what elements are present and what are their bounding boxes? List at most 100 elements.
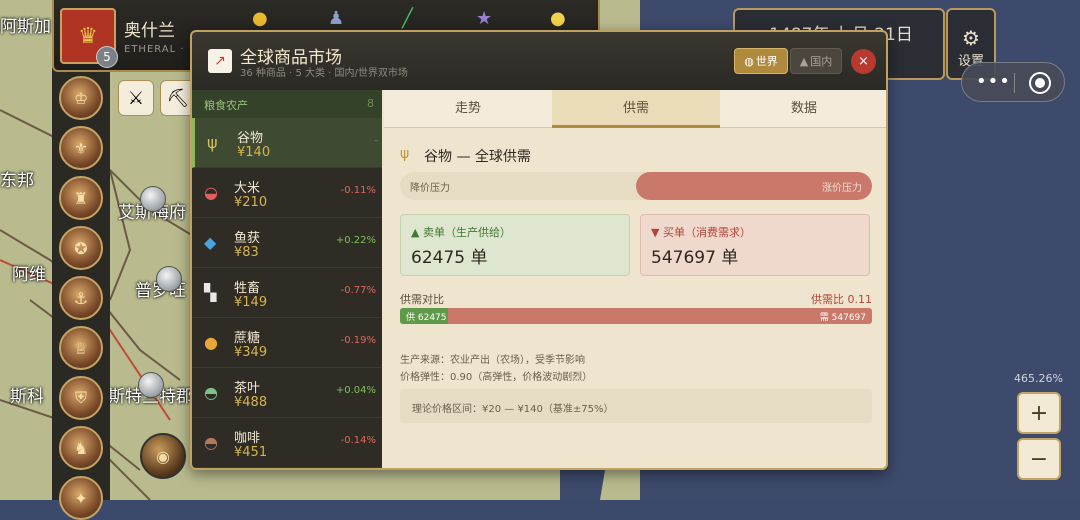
commodity-change: -0.19%	[340, 335, 376, 346]
supply-demand-bar: 供 62475 需 547697	[400, 308, 872, 324]
zoom-in-button[interactable]: +	[1017, 392, 1061, 434]
miniapp-capsule: •••	[961, 62, 1065, 102]
commodity-change: +0.04%	[335, 385, 376, 396]
commodity-name: 蔗糖	[234, 331, 261, 346]
eagle-icon: ♛	[78, 23, 98, 49]
map-label: 阿维	[12, 265, 46, 285]
bulb-icon[interactable]: ●	[550, 8, 566, 29]
medal-icon[interactable]: ♕	[59, 326, 103, 370]
globe-icon: ◍	[744, 54, 754, 68]
commodity-change: –	[374, 135, 379, 146]
commodity-price: ¥149	[234, 295, 268, 310]
close-button[interactable]: ×	[851, 49, 876, 74]
rice-icon: ◒	[204, 183, 218, 202]
panel-subtitle: 36 种商品 · 5 大类 · 国内/世界双市场	[240, 68, 408, 79]
crossed-swords-icon[interactable]: ⚔	[118, 80, 154, 116]
zoom-level: 465.26%	[1014, 372, 1063, 385]
ratio-value: 供需比 0.11	[811, 293, 872, 306]
commodity-name: 茶叶	[234, 381, 261, 396]
medal-icon[interactable]: ♞	[59, 426, 103, 470]
category-name: 粮食农产	[204, 99, 248, 112]
detail-tabs: 走势 供需 数据	[384, 90, 886, 128]
medal-icon[interactable]: ⛨	[59, 376, 103, 420]
buy-orders-card: ▼ 买单（消费需求） 547697 单	[640, 214, 870, 276]
tab-supply-demand[interactable]: 供需	[552, 90, 720, 128]
list-item[interactable]: ◓ 咖啡 ¥451 -0.14%	[192, 418, 382, 468]
close-miniapp-icon[interactable]	[1029, 72, 1051, 94]
buy-orders-value: 547697 单	[651, 248, 739, 268]
sell-orders-value: 62475 单	[411, 248, 488, 268]
list-item[interactable]: ◒ 大米 ¥210 -0.11%	[192, 168, 382, 218]
map-label: 东邦	[0, 171, 34, 191]
fish-icon: ◆	[204, 233, 217, 252]
price-up-label: 涨价压力	[822, 183, 862, 194]
scope-world-button[interactable]: ◍ 世界	[734, 48, 788, 74]
commodity-name: 鱼获	[234, 231, 261, 246]
population-icon[interactable]: ♟	[328, 8, 344, 29]
coin-icon[interactable]: ●	[252, 8, 268, 29]
list-item[interactable]: ◓ 茶叶 ¥488 +0.04%	[192, 368, 382, 418]
tab-data[interactable]: 数据	[720, 90, 886, 128]
scope-world-label: 世界	[755, 55, 778, 68]
wheat-icon: ψ	[400, 146, 410, 162]
price-down-label: 降价压力	[410, 183, 450, 194]
star-icon[interactable]: ★	[476, 8, 492, 29]
commodity-change: -0.11%	[340, 185, 376, 196]
list-item[interactable]: ψ 谷物 ¥140 –	[192, 118, 382, 168]
tea-icon: ◓	[204, 383, 218, 402]
commodity-name: 牲畜	[234, 281, 261, 296]
category-count: 8	[367, 97, 374, 110]
nation-name[interactable]: 奥什兰	[124, 16, 175, 41]
category-header[interactable]: 粮食农产 8	[192, 90, 382, 118]
ratio-label: 供需对比	[400, 293, 444, 306]
wheat-icon: ψ	[207, 133, 218, 152]
medal-icon[interactable]: ⚓	[59, 276, 103, 320]
commodity-price: ¥349	[234, 345, 268, 360]
nation-level-badge: 5	[96, 46, 118, 68]
tab-trend[interactable]: 走势	[384, 90, 552, 128]
list-item[interactable]: ▚ 牲畜 ¥149 -0.77%	[192, 268, 382, 318]
gear-icon: ⚙	[962, 26, 980, 50]
capsule-divider	[1014, 73, 1015, 93]
medal-icon[interactable]: ♔	[59, 76, 103, 120]
price-range-box: 理论价格区间：¥20 — ¥140（基准±75%）	[400, 389, 872, 423]
event-column: ♔ ⚜ ♜ ✪ ⚓ ♕ ⛨ ♞ ✦	[52, 68, 110, 520]
coffee-icon: ◓	[204, 433, 218, 452]
supply-demand-view: ψ 谷物 — 全球供需 降价压力 涨价压力 ▲ 卖单（生产供给） 62475 单…	[384, 128, 886, 468]
castle-icon: ▲	[799, 54, 809, 68]
commodity-name: 大米	[234, 181, 261, 196]
chart-trend-icon: ↗	[208, 49, 232, 73]
globe-button[interactable]: ◉	[140, 433, 186, 479]
honey-icon: ●	[204, 333, 218, 352]
medal-icon[interactable]: ✪	[59, 226, 103, 270]
demand-text: 需 547697	[819, 313, 866, 323]
zoom-out-button[interactable]: −	[1017, 438, 1061, 480]
price-range-text: 理论价格区间：¥20 — ¥140（基准±75%）	[412, 404, 614, 415]
medal-icon[interactable]: ✦	[59, 476, 103, 520]
medal-icon[interactable]: ⚜	[59, 126, 103, 170]
buy-orders-label: ▼ 买单（消费需求）	[651, 226, 751, 239]
commodity-price: ¥451	[234, 445, 268, 460]
scope-home-button[interactable]: ▲ 国内	[790, 48, 842, 74]
list-item[interactable]: ● 蔗糖 ¥349 -0.19%	[192, 318, 382, 368]
market-panel: ↗ 全球商品市场 36 种商品 · 5 大类 · 国内/世界双市场 ◍ 世界 ▲…	[190, 30, 888, 470]
supply-text: 供 62475	[406, 313, 447, 323]
medal-icon[interactable]: ♜	[59, 176, 103, 220]
globe-icon: ◉	[156, 446, 170, 466]
commodity-name: 谷物	[237, 131, 264, 146]
commodity-price: ¥83	[234, 245, 259, 260]
commodity-change: -0.77%	[340, 285, 376, 296]
commodity-price: ¥210	[234, 195, 268, 210]
commodity-list[interactable]: 粮食农产 8 ψ 谷物 ¥140 – ◒ 大米 ¥210 -0.11% ◆ 鱼获…	[192, 90, 382, 468]
city-marker[interactable]	[140, 186, 166, 212]
map-label: 斯科	[10, 387, 44, 407]
panel-header: ↗ 全球商品市场 36 种商品 · 5 大类 · 国内/世界双市场 ◍ 世界 ▲…	[192, 32, 886, 90]
list-item[interactable]: ◆ 鱼获 ¥83 +0.22%	[192, 218, 382, 268]
more-icon[interactable]: •••	[976, 71, 1011, 92]
commodity-change: -0.14%	[340, 435, 376, 446]
city-marker[interactable]	[156, 266, 182, 292]
pen-icon[interactable]: ╱	[402, 8, 413, 29]
map-label: 阿斯加	[0, 17, 51, 37]
city-marker[interactable]	[138, 372, 164, 398]
commodity-price: ¥140	[237, 145, 271, 160]
